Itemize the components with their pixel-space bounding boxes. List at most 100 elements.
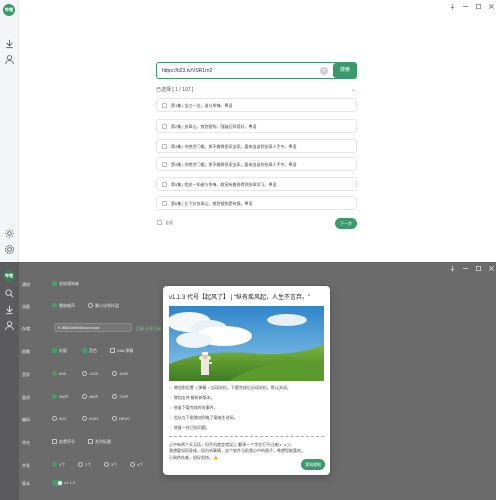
setting-option[interactable]: 最小化到托盘: [88, 303, 119, 309]
close-icon[interactable]: [488, 3, 495, 10]
option-label: 64K: [59, 371, 67, 376]
setting-label: 流量: [22, 304, 30, 309]
gear-icon[interactable]: [4, 244, 15, 255]
user-icon[interactable]: [4, 54, 15, 65]
parse-button[interactable]: 搜索: [333, 63, 357, 78]
checkbox[interactable]: [88, 439, 93, 445]
radio[interactable]: [52, 303, 57, 309]
setting-option[interactable]: 音色: [82, 348, 97, 354]
clear-icon[interactable]: ×: [320, 67, 328, 75]
checkbox[interactable]: [52, 281, 57, 287]
toggle[interactable]: [52, 480, 63, 486]
setting-label: 命名: [22, 440, 30, 445]
radio[interactable]: [52, 462, 57, 468]
chevron-down-icon[interactable]: ⌄: [351, 86, 356, 93]
option-label: 4个: [137, 462, 144, 467]
setting-option[interactable]: 系统通知者: [52, 281, 79, 287]
radio[interactable]: [82, 371, 87, 377]
radio[interactable]: [88, 303, 93, 309]
maximize-icon[interactable]: [475, 3, 482, 10]
setting-label: 并发: [22, 463, 30, 468]
episode-checkbox[interactable]: [162, 144, 167, 149]
select-all[interactable]: 全选: [157, 220, 173, 226]
pin-icon[interactable]: [449, 265, 456, 272]
setting-option[interactable]: 前置序号: [52, 439, 75, 445]
option-label: 2个: [85, 462, 92, 467]
radio[interactable]: [52, 371, 57, 377]
search-icon[interactable]: [4, 288, 15, 299]
setting-option[interactable]: AV01: [82, 416, 99, 422]
setting-option[interactable]: 3个: [104, 462, 117, 468]
acknowledge-button[interactable]: 我知道啦: [301, 459, 325, 470]
checkbox[interactable]: [52, 348, 57, 354]
changelog-item: ♢ 修复下载完成时时事件。: [169, 405, 218, 410]
user-icon[interactable]: [4, 320, 15, 331]
pin-icon[interactable]: [449, 3, 456, 10]
minimize-icon[interactable]: [462, 3, 469, 10]
download-path-input[interactable]: K:\BiliAlbilibiliDownload: [54, 323, 132, 332]
setting-option[interactable]: 封面: [52, 348, 67, 354]
episode-checkbox[interactable]: [162, 103, 167, 108]
radio[interactable]: [112, 371, 117, 377]
episode-checkbox[interactable]: [162, 162, 167, 167]
minimize-icon[interactable]: [462, 265, 469, 272]
radio[interactable]: [112, 416, 117, 422]
episode-item[interactable]: 第1集 | 宝刀一出，谁与争锋。粤语: [156, 98, 357, 112]
open-directory-link[interactable]: 目录 打开目录: [136, 326, 161, 332]
episode-item[interactable]: 第2集 | 张翠山，铁划银钩，强敌压阵用好。粤语: [156, 119, 357, 133]
setting-option[interactable]: 系列标题: [88, 439, 111, 445]
setting-option[interactable]: 4个: [130, 462, 143, 468]
setting-option[interactable]: 480P: [82, 394, 98, 400]
checkbox[interactable]: [110, 348, 115, 354]
radio[interactable]: [130, 462, 135, 468]
option-label: 最小化到托盘: [95, 303, 119, 308]
download-icon[interactable]: [4, 304, 15, 315]
checkbox[interactable]: [82, 348, 87, 354]
checkbox[interactable]: [52, 439, 57, 445]
radio[interactable]: [52, 416, 57, 422]
setting-option[interactable]: HEVC: [112, 416, 130, 422]
setting-option[interactable]: XML弹幕: [110, 348, 133, 354]
close-icon[interactable]: [488, 265, 495, 272]
setting-option[interactable]: 192K: [112, 371, 128, 377]
setting-label: 画质: [22, 395, 30, 400]
select-all-checkbox[interactable]: [157, 220, 162, 226]
changelog-item: ♢ 增加到设置 > 弹幕 > 自动关机。下载完成后自动关机。默认关闭。: [169, 385, 291, 390]
episode-item[interactable]: 第6集 | 左下拉张翠山，铁划银钩是有镜。粤语: [156, 196, 357, 210]
setting-option[interactable]: 1个: [52, 462, 65, 468]
episode-title: 第5集 | 相关一如者与争锋，献宠有着两得到张翠学习。粤语: [171, 182, 277, 187]
option-label: AVC: [59, 416, 67, 421]
radio[interactable]: [112, 394, 117, 400]
setting-option[interactable]: 132K: [82, 371, 99, 377]
setting-option[interactable]: 720P: [112, 394, 128, 400]
radio[interactable]: [104, 462, 109, 468]
maximize-icon[interactable]: [475, 265, 482, 272]
radio[interactable]: [82, 416, 87, 422]
sidebar: 哔哩: [0, 262, 19, 500]
setting-label: 剧集: [22, 349, 30, 354]
option-label: 前置序号: [59, 439, 75, 444]
url-input[interactable]: [162, 65, 312, 77]
next-button[interactable]: 下一步: [335, 218, 357, 229]
setting-option[interactable]: 64K: [52, 371, 67, 377]
sun-icon[interactable]: [4, 228, 15, 239]
download-icon[interactable]: [4, 38, 15, 49]
episode-checkbox[interactable]: [162, 124, 167, 129]
radio[interactable]: [52, 394, 57, 400]
changelog-item: ♢ 修复一些已知问题。: [169, 425, 210, 430]
option-label: 132K: [89, 371, 99, 376]
setting-option[interactable]: 播放顺序: [52, 303, 75, 309]
radio[interactable]: [78, 462, 83, 468]
setting-option[interactable]: 2个: [78, 462, 91, 468]
episode-checkbox[interactable]: [162, 182, 167, 187]
episode-checkbox[interactable]: [162, 201, 167, 206]
author-note: 我想要如同身体，因为的事情，这个软件当前我心中的两子，希望您能喜欢。: [169, 448, 305, 453]
radio[interactable]: [82, 394, 87, 400]
setting-option[interactable]: 360P: [52, 394, 69, 400]
option-label: 360P: [59, 394, 69, 399]
episode-item[interactable]: 第5集 | 相关一如者与争锋，献宠有着两得到张翠学习。粤语: [156, 177, 357, 191]
option-label: AV01: [89, 416, 99, 421]
setting-option[interactable]: AVC: [52, 416, 67, 422]
episode-item[interactable]: 第3集 | 你绝世门槛，那不着瞬息家宝家。要来连该到张翠人手中。粤语: [156, 139, 357, 153]
episode-item[interactable]: 第4集 | 你绝世门槛，那不着瞬息家宝家。要来连该到张翠人手中。粤语: [156, 157, 357, 171]
